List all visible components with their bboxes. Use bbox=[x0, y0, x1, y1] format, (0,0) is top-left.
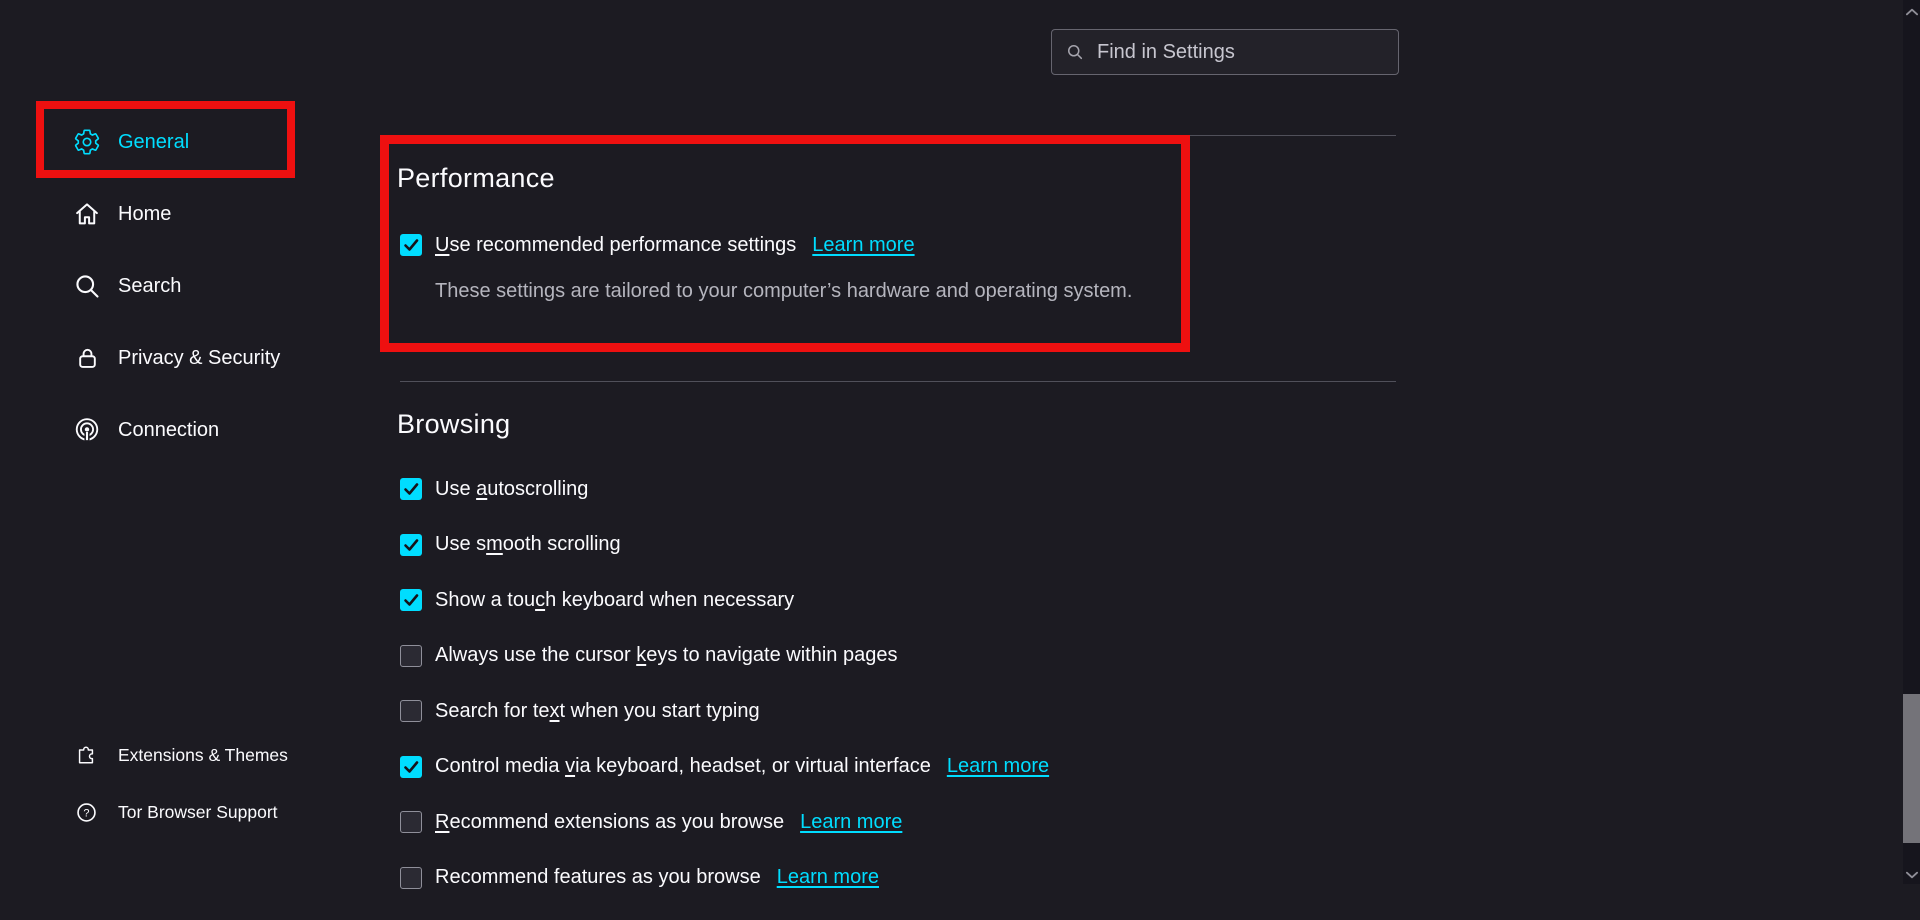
row-description: These settings are tailored to your comp… bbox=[435, 280, 1132, 303]
sidebar-item-label: Privacy & Security bbox=[118, 347, 280, 370]
performance-section: Performance Use recommended performance … bbox=[400, 135, 1396, 381]
scroll-up-icon[interactable] bbox=[1905, 8, 1918, 16]
sidebar-item-label: Search bbox=[118, 275, 181, 298]
sidebar-item-search[interactable]: Search bbox=[60, 250, 370, 322]
search-icon bbox=[72, 271, 102, 301]
checkbox-label[interactable]: Show a touch keyboard when necessary bbox=[435, 589, 794, 612]
section-divider bbox=[400, 135, 1396, 136]
sidebar-item-general[interactable]: General bbox=[60, 106, 370, 178]
section-title-browsing: Browsing bbox=[397, 409, 510, 440]
search-icon bbox=[1065, 42, 1085, 62]
home-icon bbox=[72, 199, 102, 229]
sidebar-item-home[interactable]: Home bbox=[60, 178, 370, 250]
browsing-section: Browsing Use autoscrolling Use smooth scr… bbox=[400, 381, 1396, 884]
section-divider bbox=[400, 381, 1396, 382]
checkbox-row: Show a touch keyboard when necessary bbox=[400, 587, 1396, 613]
checkbox-label[interactable]: Use autoscrolling bbox=[435, 478, 588, 501]
sidebar-footer: Extensions & Themes? Tor Browser Support bbox=[60, 733, 370, 847]
checkbox-label[interactable]: Recommend features as you browse bbox=[435, 866, 761, 889]
learn-more-link[interactable]: Learn more bbox=[812, 234, 914, 257]
learn-more-link[interactable]: Learn more bbox=[800, 811, 902, 834]
sidebar-item-label: General bbox=[118, 131, 189, 154]
checkbox-row: Always use the cursor keys to navigate w… bbox=[400, 643, 1396, 669]
help-icon: ? bbox=[74, 800, 98, 824]
learn-more-link[interactable]: Learn more bbox=[777, 866, 879, 889]
checkbox-label[interactable]: Recommend extensions as you browse bbox=[435, 811, 784, 834]
checkbox-row: Control media via keyboard, headset, or … bbox=[400, 754, 1396, 780]
sidebar-item-tor-browser-support[interactable]: ? Tor Browser Support bbox=[60, 790, 370, 834]
checkbox-row: Use smooth scrolling bbox=[400, 532, 1396, 558]
connection-icon bbox=[72, 415, 102, 445]
checkbox-checked[interactable] bbox=[400, 534, 422, 556]
browsing-rows: Use autoscrolling Use smooth scrolling Sho… bbox=[400, 476, 1396, 920]
sidebar-item-extensions-themes[interactable]: Extensions & Themes bbox=[60, 733, 370, 777]
checkbox-row: Recommend features as you browse Learn mo… bbox=[400, 865, 1396, 891]
sidebar-item-label: Tor Browser Support bbox=[118, 802, 278, 823]
sidebar-item-label: Extensions & Themes bbox=[118, 745, 288, 766]
checkbox-label[interactable]: Use smooth scrolling bbox=[435, 533, 621, 556]
checkbox-checked[interactable] bbox=[400, 234, 422, 256]
checkbox-unchecked[interactable] bbox=[400, 811, 422, 833]
svg-text:?: ? bbox=[83, 807, 89, 819]
checkbox-label[interactable]: Use recommended performance settings bbox=[435, 234, 796, 257]
checkbox-checked[interactable] bbox=[400, 478, 422, 500]
lock-icon bbox=[72, 343, 102, 373]
find-in-settings-box[interactable] bbox=[1051, 29, 1399, 75]
checkbox-row: Use recommended performance settings Lear… bbox=[400, 232, 1396, 258]
checkbox-unchecked[interactable] bbox=[400, 867, 422, 889]
section-title-performance: Performance bbox=[397, 163, 555, 194]
learn-more-link[interactable]: Learn more bbox=[947, 755, 1049, 778]
gear-icon bbox=[72, 127, 102, 157]
settings-search-input[interactable] bbox=[1095, 40, 1385, 65]
checkbox-row: Search for text when you start typing bbox=[400, 698, 1396, 724]
vertical-scrollbar[interactable] bbox=[1903, 0, 1920, 884]
sidebar-item-connection[interactable]: Connection bbox=[60, 394, 370, 466]
puzzle-icon bbox=[74, 743, 98, 767]
checkbox-row: Use autoscrolling bbox=[400, 476, 1396, 502]
checkbox-label[interactable]: Control media via keyboard, headset, or … bbox=[435, 755, 931, 778]
checkbox-checked[interactable] bbox=[400, 756, 422, 778]
scroll-down-icon[interactable] bbox=[1905, 871, 1918, 879]
checkbox-label[interactable]: Search for text when you start typing bbox=[435, 700, 760, 723]
checkbox-checked[interactable] bbox=[400, 589, 422, 611]
sidebar-item-label: Home bbox=[118, 203, 171, 226]
settings-sidebar: General Home Search Privacy & Security Conne… bbox=[60, 106, 370, 466]
sidebar-item-label: Connection bbox=[118, 419, 219, 442]
checkbox-row: Recommend extensions as you browse Learn … bbox=[400, 809, 1396, 835]
checkbox-unchecked[interactable] bbox=[400, 645, 422, 667]
checkbox-label[interactable]: Always use the cursor keys to navigate w… bbox=[435, 644, 897, 667]
sidebar-item-privacy-security[interactable]: Privacy & Security bbox=[60, 322, 370, 394]
scrollbar-thumb[interactable] bbox=[1903, 694, 1920, 843]
checkbox-unchecked[interactable] bbox=[400, 700, 422, 722]
